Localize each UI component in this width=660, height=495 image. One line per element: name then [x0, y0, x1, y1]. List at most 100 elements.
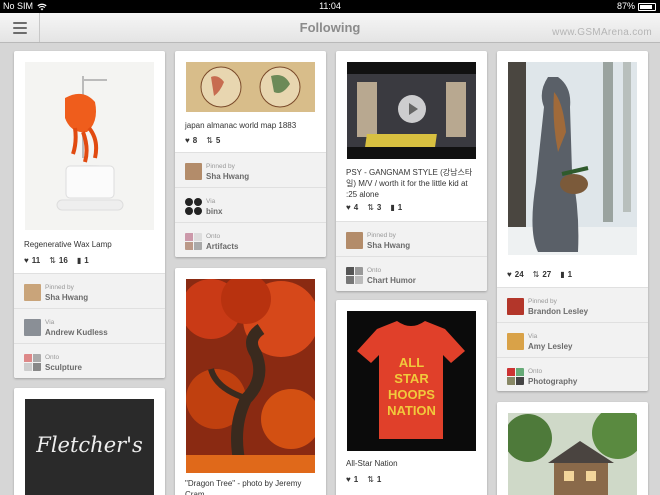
- board-name[interactable]: Sculpture: [45, 363, 82, 372]
- board-name[interactable]: Chart Humor: [367, 276, 416, 285]
- comment-icon: ▮: [560, 270, 565, 279]
- onto-label: Onto: [45, 354, 60, 361]
- comment-count: 1: [397, 203, 403, 212]
- cabin-image: [504, 407, 644, 495]
- battery-icon: [638, 2, 656, 11]
- like-count: 11: [31, 256, 41, 265]
- repin-icon: ⇅: [532, 270, 540, 279]
- pin-image[interactable]: Fletcher's: [25, 399, 154, 495]
- status-bar: No SIM 11:04 87%: [0, 0, 660, 13]
- pin-title[interactable]: "Dragon Tree" - photo by Jeremy Cram: [185, 478, 318, 495]
- pin-title[interactable]: PSY - GANGNAM STYLE (강남스타일) M/V / worth …: [346, 167, 479, 200]
- repin-count: 27: [542, 270, 552, 279]
- pinner-name[interactable]: Sha Hwang: [367, 241, 410, 250]
- pin-stats: ♥ 4 ⇅ 3 ▮ 1: [346, 203, 402, 212]
- pin-image[interactable]: [508, 62, 637, 255]
- pin-card-dragon-tree[interactable]: "Dragon Tree" - photo by Jeremy Cram: [175, 268, 326, 495]
- pinned-by-row[interactable]: Pinned by Brandon Lesley: [497, 287, 648, 322]
- pin-card-almanac[interactable]: japan almanac world map 1883 ♥ 8 ⇅ 5 Pinne…: [175, 51, 326, 257]
- pin-card-allstar[interactable]: ALL STAR HOOPS NATION All-Star Nation ♥ 1 ⇅ 1: [336, 300, 487, 495]
- pin-card-fletchers[interactable]: Fletcher's: [14, 388, 165, 495]
- onto-label: Onto: [528, 368, 543, 375]
- heart-icon: ♥: [346, 203, 351, 212]
- pin-title[interactable]: japan almanac world map 1883: [185, 120, 318, 131]
- pin-stats: ♥ 8 ⇅ 5: [185, 136, 220, 145]
- repin-count: 3: [376, 203, 382, 212]
- repin-icon: ⇅: [367, 475, 374, 484]
- like-count: 24: [514, 270, 524, 279]
- repin-count: 16: [58, 256, 68, 265]
- watermark: www.GSMArena.com: [552, 27, 652, 38]
- avatar: [24, 319, 41, 336]
- via-label: Via: [528, 333, 538, 340]
- play-icon[interactable]: [398, 95, 426, 123]
- pin-card-gangnam[interactable]: PSY - GANGNAM STYLE (강남스타일) M/V / worth …: [336, 51, 487, 291]
- pin-title[interactable]: All-Star Nation: [346, 458, 479, 469]
- pin-card-wax-lamp[interactable]: Regenerative Wax Lamp ♥ 11 ⇅ 16 ▮ 1 Pinned …: [14, 51, 165, 378]
- board-thumbnail: [346, 267, 363, 284]
- via-name[interactable]: Amy Lesley: [528, 342, 572, 351]
- board-row[interactable]: Onto Sculpture: [14, 343, 165, 378]
- pin-image[interactable]: [25, 62, 154, 230]
- pin-card-red-hood[interactable]: ♥ 24 ⇅ 27 ▮ 1 Pinned by Brandon Lesley Via …: [497, 51, 648, 391]
- pinner-name[interactable]: Sha Hwang: [45, 293, 88, 302]
- onto-label: Onto: [206, 233, 221, 240]
- heart-icon: ♥: [24, 256, 29, 265]
- board-row[interactable]: Onto Chart Humor: [336, 256, 487, 291]
- pin-stats: ♥ 11 ⇅ 16 ▮ 1: [24, 256, 89, 265]
- repin-count: 5: [215, 136, 221, 145]
- pin-image[interactable]: [347, 62, 476, 159]
- pin-title[interactable]: Regenerative Wax Lamp: [24, 239, 157, 250]
- nav-bar: Following www.GSMArena.com: [0, 13, 660, 43]
- via-row[interactable]: Via binx: [175, 187, 326, 222]
- fletchers-logo: Fletcher's: [36, 433, 143, 457]
- board-row[interactable]: Onto Artifacts: [175, 222, 326, 257]
- pinned-by-label: Pinned by: [45, 284, 74, 291]
- via-name[interactable]: Andrew Kudless: [45, 328, 108, 337]
- board-name[interactable]: Artifacts: [206, 242, 238, 251]
- pinned-by-row[interactable]: Pinned by Sha Hwang: [175, 152, 326, 187]
- via-name[interactable]: binx: [206, 207, 222, 216]
- repin-count: 1: [376, 475, 382, 484]
- pin-card-cabin[interactable]: [497, 402, 648, 495]
- pinner-name[interactable]: Sha Hwang: [206, 172, 249, 181]
- repin-icon: ⇅: [206, 136, 213, 145]
- avatar: [507, 298, 524, 315]
- avatar: [185, 163, 202, 180]
- pinned-by-row[interactable]: Pinned by Sha Hwang: [336, 221, 487, 256]
- like-count: 8: [192, 136, 198, 145]
- via-row[interactable]: Via Amy Lesley: [497, 322, 648, 357]
- world-map-image: [186, 62, 315, 112]
- board-row[interactable]: Onto Photography: [497, 357, 648, 391]
- repin-icon: ⇅: [367, 203, 374, 212]
- pin-image[interactable]: [504, 407, 644, 495]
- pin-stats: ♥ 1 ⇅ 1: [346, 475, 381, 484]
- via-label: Via: [206, 198, 216, 205]
- comment-icon: ▮: [76, 256, 82, 265]
- pinned-by-label: Pinned by: [528, 298, 557, 305]
- pinned-by-label: Pinned by: [206, 163, 235, 170]
- comment-count: 1: [567, 270, 573, 279]
- comment-count: 1: [84, 256, 89, 265]
- avatar: [507, 333, 524, 350]
- via-label: Via: [45, 319, 55, 326]
- wax-lamp-image: [25, 62, 154, 230]
- repin-icon: ⇅: [49, 256, 56, 265]
- via-row[interactable]: Via Andrew Kudless: [14, 308, 165, 343]
- clock: 11:04: [319, 1, 341, 11]
- like-count: 4: [353, 203, 359, 212]
- board-thumbnail: [24, 354, 41, 371]
- pin-image[interactable]: ALL STAR HOOPS NATION: [347, 311, 476, 451]
- heart-icon: ♥: [507, 270, 512, 279]
- pinned-by-label: Pinned by: [367, 232, 396, 239]
- pin-image[interactable]: [181, 274, 321, 473]
- heart-icon: ♥: [185, 136, 190, 145]
- avatar: [346, 232, 363, 249]
- pin-image[interactable]: [186, 62, 315, 112]
- pinned-by-row[interactable]: Pinned by Sha Hwang: [14, 273, 165, 308]
- heart-icon: ♥: [346, 475, 351, 484]
- board-name[interactable]: Photography: [528, 377, 577, 386]
- pinner-name[interactable]: Brandon Lesley: [528, 307, 588, 316]
- comment-icon: ▮: [390, 203, 395, 212]
- binx-avatar: [185, 198, 202, 215]
